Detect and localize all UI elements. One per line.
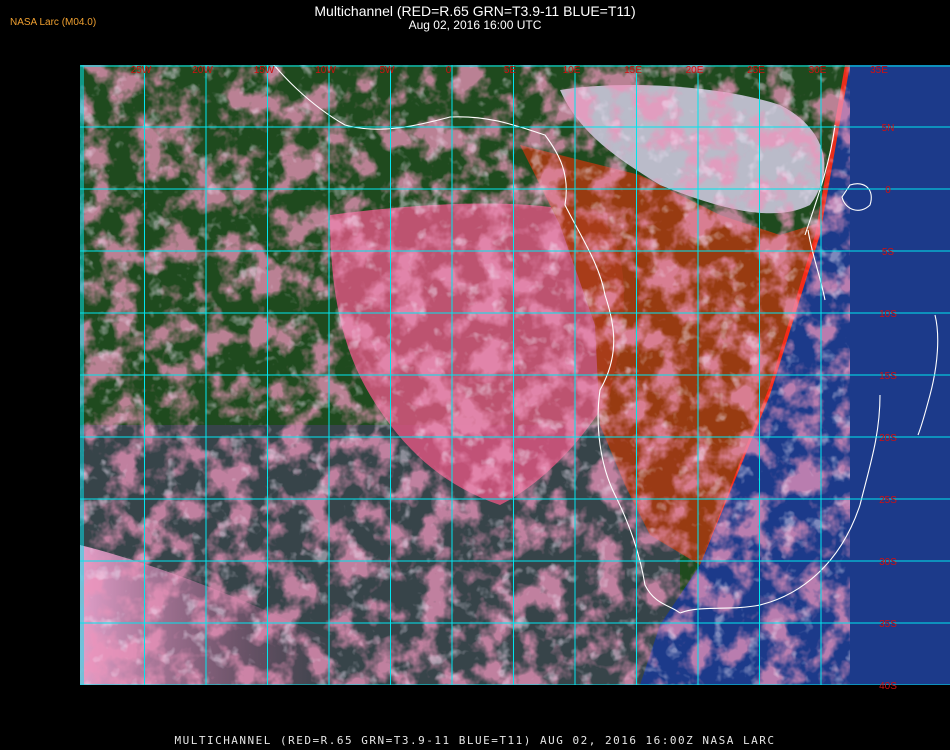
latitude-label: 40S xyxy=(879,681,897,692)
latitude-label: 10S xyxy=(879,309,897,320)
satellite-map[interactable]: 25W 20W 15W 10W 5W 0 5E 10E 15E 20E 25E 30E 35E 5N 0 5… xyxy=(80,65,950,725)
latitude-label: 30S xyxy=(879,557,897,568)
latitude-label: 35S xyxy=(879,619,897,630)
satellite-imagery xyxy=(80,65,950,685)
latitude-label: 5S xyxy=(882,247,895,258)
latitude-label: 5N xyxy=(882,123,895,134)
longitude-label: 5W xyxy=(380,65,396,76)
latitude-label: 0 xyxy=(885,185,891,196)
longitude-label: 0 xyxy=(446,65,452,76)
latitude-label: 15S xyxy=(879,371,897,382)
longitude-label: 15E xyxy=(624,65,642,76)
longitude-label: 30E xyxy=(809,65,827,76)
longitude-label: 25E xyxy=(747,65,765,76)
image-title: Multichannel (RED=R.65 GRN=T3.9-11 BLUE=… xyxy=(314,3,636,19)
image-timestamp: Aug 02, 2016 16:00 UTC xyxy=(408,18,542,32)
satellite-image-svg: 25W 20W 15W 10W 5W 0 5E 10E 15E 20E 25E 30E 35E 5N 0 5… xyxy=(80,65,950,692)
brand-label: NASA Larc (M04.0) xyxy=(10,17,97,28)
longitude-label: 10E xyxy=(563,65,581,76)
longitude-label: 35E xyxy=(870,65,888,76)
longitude-label: 20E xyxy=(686,65,704,76)
latitude-label: 20S xyxy=(879,433,897,444)
footer-caption: MULTICHANNEL (RED=R.65 GRN=T3.9-11 BLUE=… xyxy=(174,734,776,747)
longitude-label: 10W xyxy=(315,65,336,76)
longitude-label: 15W xyxy=(254,65,275,76)
latitude-label: 25S xyxy=(879,495,897,506)
longitude-label: 25W xyxy=(131,65,152,76)
longitude-label: 5E xyxy=(504,65,517,76)
longitude-label: 20W xyxy=(192,65,213,76)
